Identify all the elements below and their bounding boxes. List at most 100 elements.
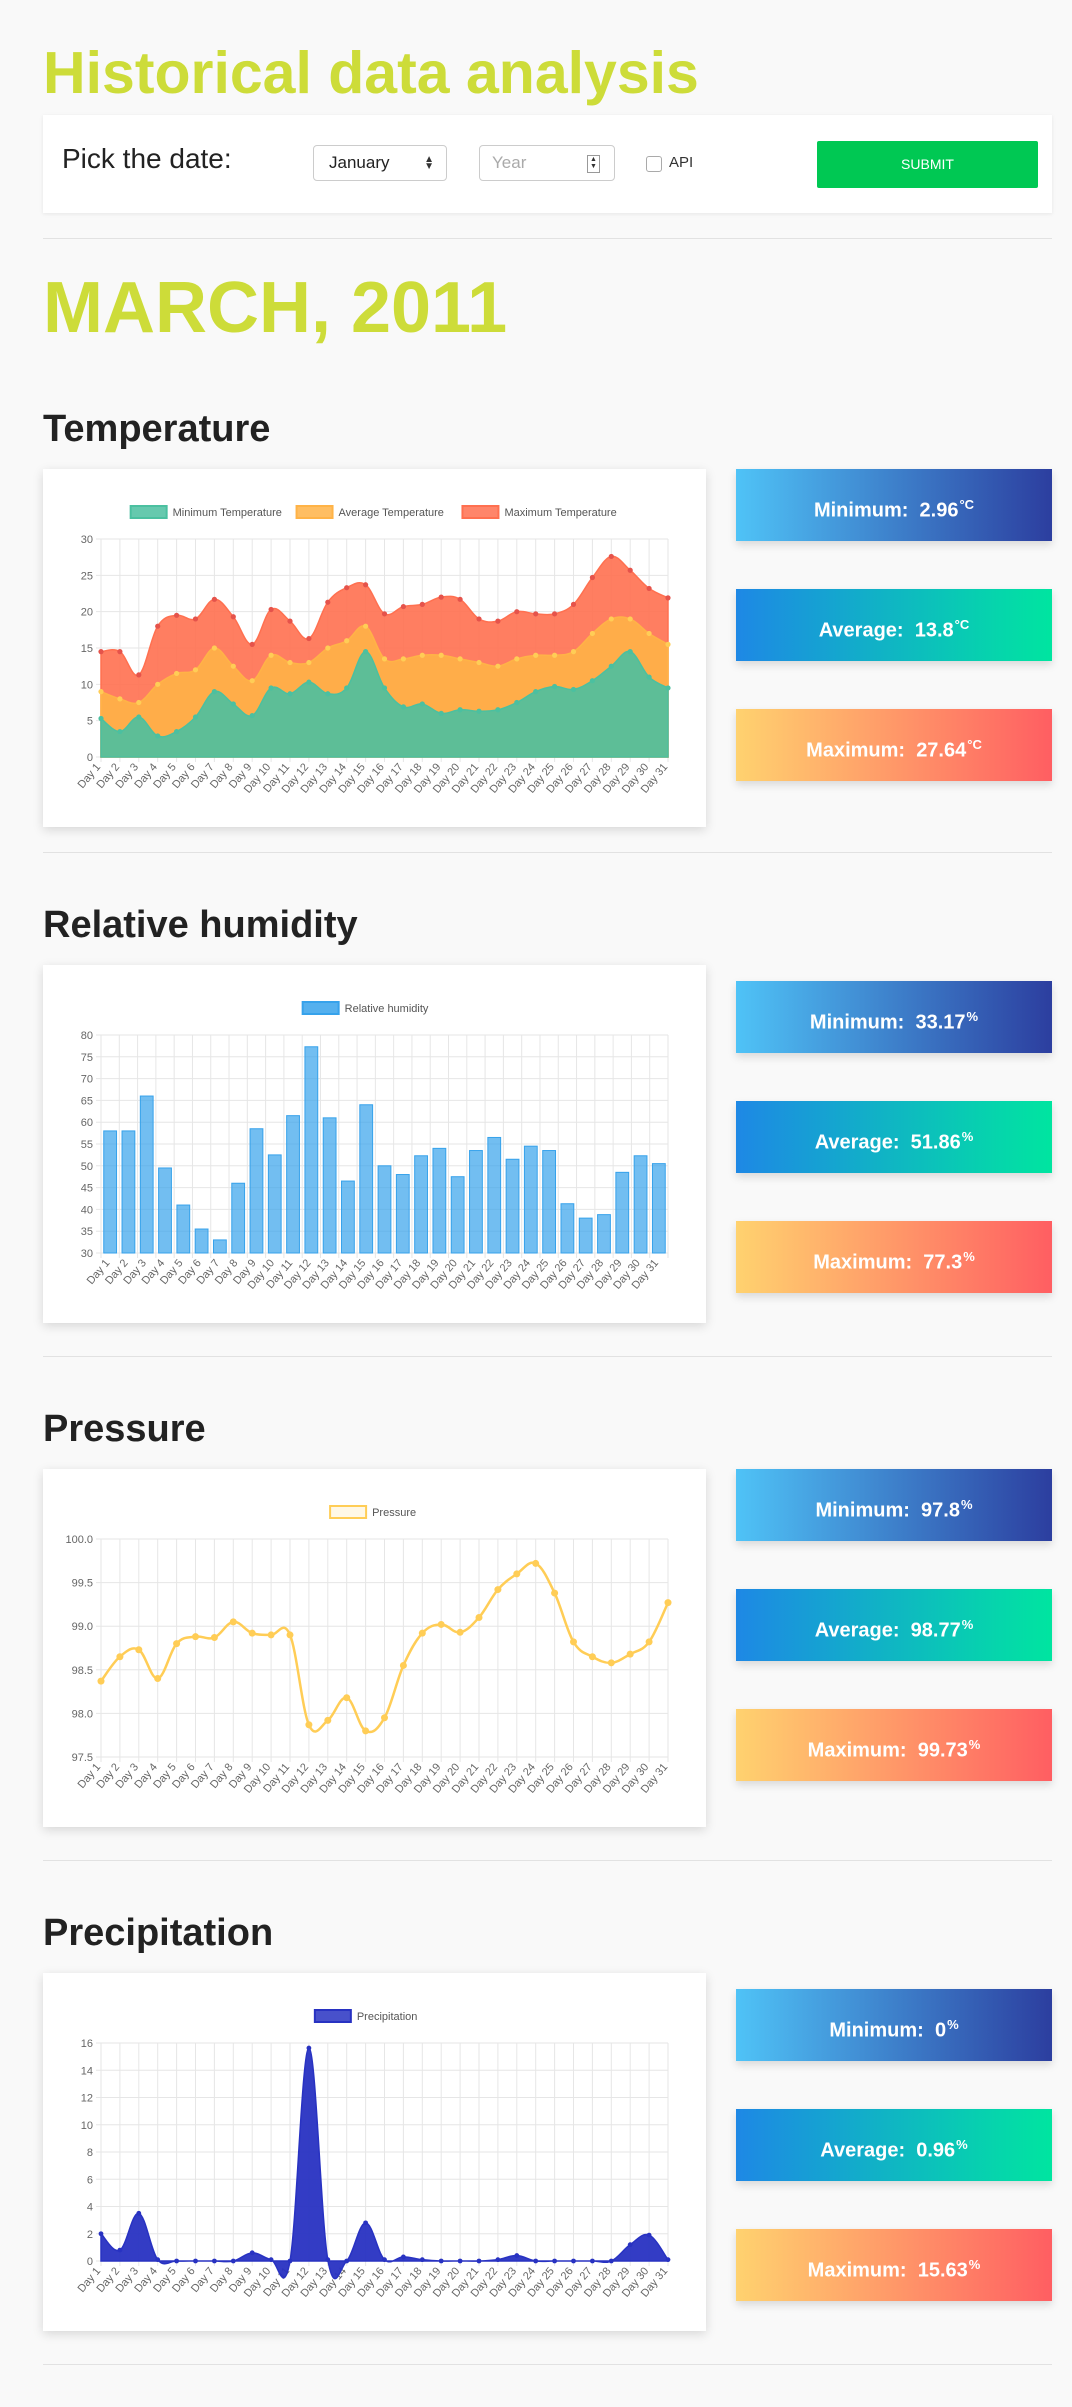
y-tick-label: 98.5 xyxy=(72,1665,93,1677)
humidity-average-card: Average: 51.86% xyxy=(736,1101,1052,1173)
legend-swatch xyxy=(461,505,500,519)
data-point xyxy=(192,667,199,673)
y-tick-label: 5 xyxy=(87,716,93,728)
data-point xyxy=(381,1714,388,1722)
humidity-chart: 30 35 40 45 50 55 60 65 70 75 80 Day 1 Day 2 Day 3 Day… xyxy=(43,965,706,1323)
data-point xyxy=(135,1646,143,1654)
data-point xyxy=(533,652,539,658)
bar xyxy=(286,1115,300,1254)
stat-label: Average: xyxy=(814,1619,900,1642)
section-title-precipitation: Precipitation xyxy=(43,1912,274,1954)
y-tick-label: 8 xyxy=(87,2147,93,2159)
data-point xyxy=(305,1721,313,1729)
y-tick-label: 30 xyxy=(81,534,93,546)
bar xyxy=(158,1167,172,1254)
pick-date-label: Pick the date: xyxy=(62,143,232,174)
data-point xyxy=(381,685,388,691)
data-point xyxy=(532,1559,540,1567)
data-point xyxy=(249,678,255,684)
bar xyxy=(341,1180,355,1254)
month-select[interactable]: January ▲ ▼ xyxy=(313,145,447,181)
legend-label: Average Temperature xyxy=(339,507,444,519)
data-point xyxy=(457,656,463,662)
data-point xyxy=(287,659,293,666)
year-stepper-icon[interactable]: ▲ ▼ xyxy=(587,155,600,173)
data-point xyxy=(665,2257,671,2263)
data-point xyxy=(325,691,331,697)
data-point xyxy=(588,1653,596,1661)
stat-unit: % xyxy=(961,1617,974,1632)
stat-value: 0.96 xyxy=(916,2139,956,2162)
bar xyxy=(103,1130,118,1254)
data-point xyxy=(324,1716,332,1724)
data-point xyxy=(626,1650,634,1658)
y-tick-label: 14 xyxy=(81,2065,93,2077)
stat-label: Minimum: xyxy=(829,2019,924,2042)
data-point xyxy=(98,689,104,695)
data-point xyxy=(419,601,425,607)
bar xyxy=(597,1214,611,1254)
data-point xyxy=(117,2247,123,2253)
y-tick-label: 99.0 xyxy=(72,1621,93,1633)
data-point xyxy=(381,656,388,662)
stat-unit: °C xyxy=(967,737,982,752)
year-input[interactable]: Year ▲ ▼ xyxy=(479,145,615,181)
y-tick-label: 12 xyxy=(81,2093,93,2105)
bar xyxy=(267,1154,282,1254)
api-checkbox-label: API xyxy=(669,154,694,171)
pressure-maximum-card: Maximum: 99.73% xyxy=(736,1709,1052,1781)
data-point xyxy=(533,689,539,695)
data-point xyxy=(192,1633,199,1641)
temperature-maximum-card: Maximum: 27.64°C xyxy=(736,709,1052,781)
data-point xyxy=(363,582,369,588)
data-point xyxy=(571,2258,576,2264)
data-point xyxy=(268,652,274,658)
stat-value: 77.3 xyxy=(923,1251,963,1274)
data-point xyxy=(608,663,614,669)
stat-unit: % xyxy=(956,2137,968,2152)
data-point xyxy=(665,641,671,647)
data-point xyxy=(325,599,331,605)
data-point xyxy=(174,2258,180,2264)
data-point xyxy=(287,691,293,697)
y-tick-label: 75 xyxy=(81,1052,93,1064)
bar xyxy=(432,1147,447,1254)
data-point xyxy=(400,704,406,710)
y-tick-label: 55 xyxy=(81,1139,93,1151)
data-point xyxy=(136,699,142,706)
submit-button[interactable]: SUBMIT xyxy=(817,141,1038,188)
bar xyxy=(395,1174,410,1254)
data-point xyxy=(98,2231,104,2237)
precipitation-average-card: Average: 0.96% xyxy=(736,2109,1052,2181)
data-point xyxy=(155,623,161,629)
stat-label: Maximum: xyxy=(807,1739,907,1762)
data-point xyxy=(495,2257,501,2263)
divider xyxy=(43,852,1052,853)
data-point xyxy=(438,710,444,716)
data-point xyxy=(589,630,596,637)
data-point xyxy=(344,685,350,691)
data-point xyxy=(154,1675,162,1683)
data-point xyxy=(248,1629,256,1637)
data-point xyxy=(627,567,633,573)
data-point xyxy=(627,649,633,655)
section-title-pressure: Pressure xyxy=(43,1408,206,1450)
stat-value: 98.77 xyxy=(910,1619,961,1642)
data-point xyxy=(382,2257,387,2263)
y-tick-label: 25 xyxy=(81,570,93,582)
bar xyxy=(487,1136,502,1254)
data-point xyxy=(664,1599,672,1607)
stat-label: Minimum: xyxy=(815,1499,910,1522)
month-select-value: January xyxy=(329,153,390,172)
stat-value: 27.64 xyxy=(916,739,967,762)
y-tick-label: 10 xyxy=(81,2120,93,2132)
stat-value: 13.8 xyxy=(914,619,954,642)
data-point xyxy=(363,623,369,629)
api-checkbox[interactable] xyxy=(646,156,662,172)
data-point xyxy=(495,618,501,624)
data-point xyxy=(438,2258,444,2264)
legend-label: Precipitation xyxy=(357,2011,418,2023)
stat-value: 15.63 xyxy=(917,2259,968,2282)
data-point xyxy=(249,641,255,647)
data-point xyxy=(665,595,671,601)
